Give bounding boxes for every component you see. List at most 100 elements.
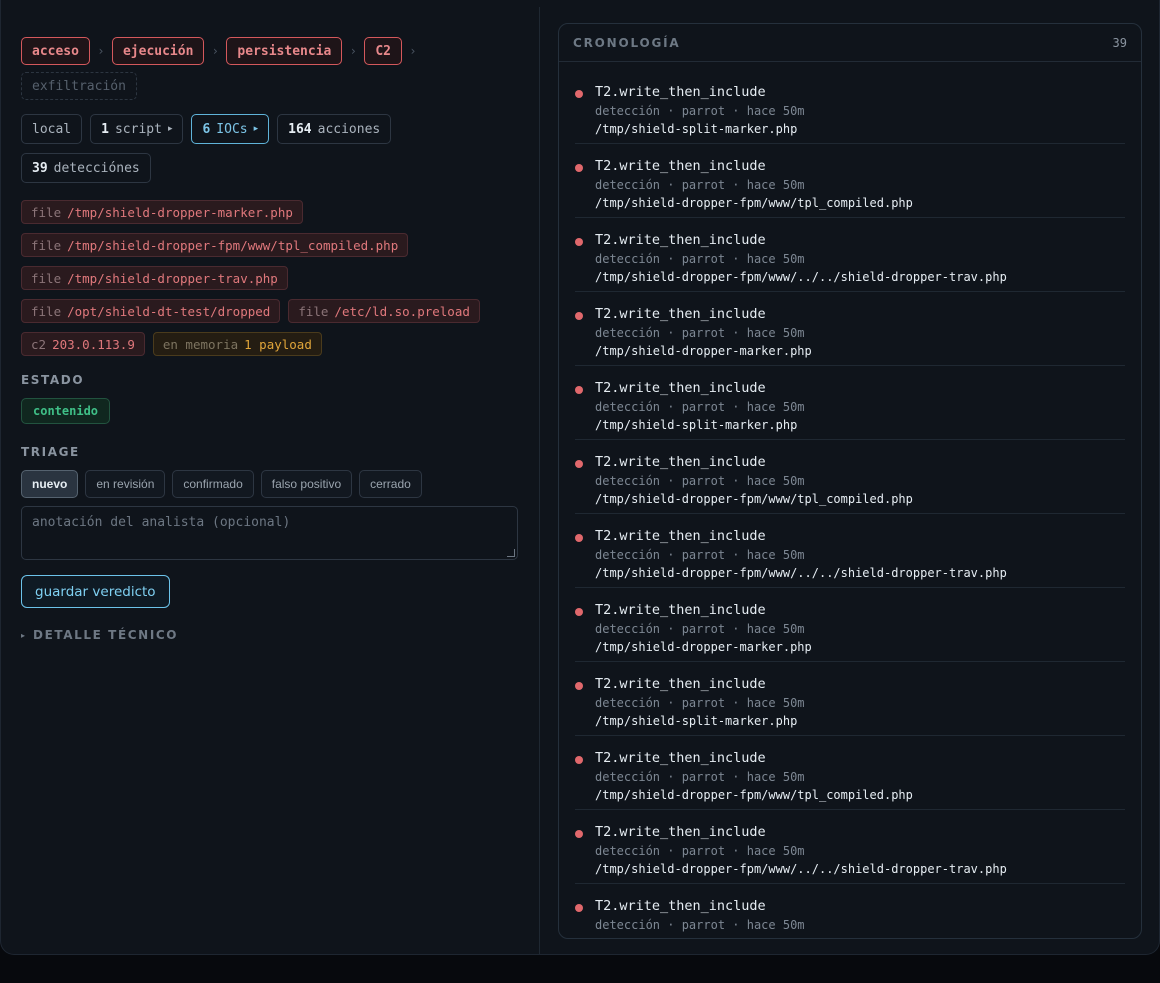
timeline-event[interactable]: T2.write_then_include detección · parrot … <box>575 366 1125 440</box>
timeline-event[interactable]: T2.write_then_include detección · parrot … <box>575 736 1125 810</box>
event-path: /tmp/shield-dropper-fpm/www/tpl_compiled… <box>595 492 913 506</box>
expand-icon: ▸ <box>167 124 173 134</box>
timeline-event[interactable]: T2.write_then_include detección · parrot … <box>575 588 1125 662</box>
incident-summary-pane: acceso › ejecución › persistencia › C2 › exfiltr… <box>1 7 540 954</box>
ioc-type: file <box>31 303 62 319</box>
event-path: /tmp/shield-dropper-fpm/www/../../shield… <box>595 270 1007 284</box>
detection-dot-icon <box>575 90 583 98</box>
kill-chain-stage[interactable]: acceso <box>21 37 90 65</box>
kill-chain-stage[interactable]: exfiltración <box>21 72 137 100</box>
event-meta: detección · parrot · hace 50m <box>595 326 805 340</box>
detection-dot-icon <box>575 238 583 246</box>
detection-dot-icon <box>575 164 583 172</box>
ioc-tag[interactable]: file/tmp/shield-dropper-fpm/www/tpl_comp… <box>21 233 409 257</box>
triage-option[interactable]: nuevo <box>21 470 79 498</box>
timeline-event[interactable]: T2.write_then_include detección · parrot … <box>575 218 1125 292</box>
analyst-note-field[interactable]: anotación del analista (opcional) <box>21 506 518 560</box>
estado-heading: ESTADO <box>21 373 85 387</box>
kill-chain-stage[interactable]: persistencia <box>226 37 343 65</box>
detection-dot-icon <box>575 830 583 838</box>
timeline-event[interactable]: T2.write_then_include detección · parrot … <box>575 440 1125 514</box>
scripts-pill[interactable]: 1 script ▸ <box>90 114 184 144</box>
technical-detail-toggle[interactable]: ▸ DETALLE TÉCNICO <box>21 628 178 642</box>
kill-chain-stage[interactable]: ejecución <box>111 37 205 65</box>
event-meta: detección · parrot · hace 50m <box>595 844 805 858</box>
incident-detail-window: acceso › ejecución › persistencia › C2 › exfiltr… <box>0 0 1160 955</box>
ioc-value: /etc/ld.so.preload <box>334 303 470 319</box>
ioc-tag[interactable]: file/tmp/shield-dropper-marker.php <box>21 200 303 224</box>
ioc-value: /tmp/shield-dropper-fpm/www/tpl_compiled… <box>67 237 399 253</box>
timeline-pane: CRONOLOGÍA 39 T2.write_then_includedetec… <box>541 7 1160 954</box>
ioc-tag[interactable]: file/etc/ld.so.preload <box>288 299 480 323</box>
event-path: /tmp/shield-dropper-marker.php <box>595 344 812 358</box>
analyst-note-placeholder: anotación del analista (opcional) <box>32 515 291 530</box>
event-title: T2.write_then_include <box>595 380 766 396</box>
timeline-event[interactable]: T2.write_then_include detección · parrot … <box>575 810 1125 884</box>
technical-detail-label: DETALLE TÉCNICO <box>33 628 179 642</box>
event-meta: detección · parrot · hace 50m <box>595 770 805 784</box>
ioc-type: file <box>31 270 62 286</box>
event-meta: detección · parrot · hace 50m <box>595 918 805 932</box>
event-path: /tmp/shield-dropper-fpm/www/../../shield… <box>595 566 1007 580</box>
event-meta: detección · parrot · hace 50m <box>595 622 805 636</box>
detection-dot-icon <box>575 682 583 690</box>
iocs-pill[interactable]: 6 IOCs ▸ <box>191 114 270 144</box>
event-path: /tmp/shield-dropper-marker.php <box>595 640 812 654</box>
expand-icon: ▸ <box>253 124 259 134</box>
event-title: T2.write_then_include <box>595 232 766 248</box>
timeline-count: 39 <box>1112 35 1127 50</box>
chevron-right-icon: › <box>98 44 104 58</box>
timeline-event[interactable]: T2.write_then_include detección · parrot … <box>575 884 1125 938</box>
detection-dot-icon <box>575 904 583 912</box>
ioc-tag[interactable]: file/opt/shield-dt-test/dropped <box>21 299 281 323</box>
timeline-panel: CRONOLOGÍA 39 T2.write_then_includedetec… <box>558 23 1142 939</box>
ioc-tag[interactable]: en memoria 1 payload <box>152 332 322 356</box>
ioc-value: /tmp/shield-dropper-trav.php <box>67 270 278 286</box>
event-meta: detección · parrot · hace 50m <box>595 696 805 710</box>
event-title: T2.write_then_include <box>595 306 766 322</box>
event-title: T2.write_then_include <box>595 158 766 174</box>
timeline-event[interactable]: T2.write_then_include detección · parrot … <box>575 144 1125 218</box>
save-verdict-button[interactable]: guardar veredicto <box>21 575 170 608</box>
ioc-value: /opt/shield-dt-test/dropped <box>67 303 271 319</box>
event-path: /tmp/shield-dropper-fpm/www/tpl_compiled… <box>595 788 913 802</box>
event-meta: detección · parrot · hace 50m <box>595 400 805 414</box>
event-path: /tmp/shield-split-marker.php <box>595 122 798 136</box>
ioc-value: 1 payload <box>244 336 312 352</box>
detections-pill: 39 detecciónes <box>21 153 151 183</box>
event-title: T2.write_then_include <box>595 824 766 840</box>
resize-handle-icon[interactable] <box>507 549 515 557</box>
ioc-list: file/tmp/shield-dropper-marker.php file/t… <box>21 200 521 356</box>
actions-pill: 164 acciones <box>277 114 392 144</box>
event-path: /tmp/shield-dropper-fpm/www/tpl_compiled… <box>595 196 913 210</box>
event-title: T2.write_then_include <box>595 750 766 766</box>
detection-dot-icon <box>575 756 583 764</box>
triage-option[interactable]: confirmado <box>172 470 254 498</box>
event-meta: detección · parrot · hace 50m <box>595 178 805 192</box>
chevron-right-icon: › <box>410 44 416 58</box>
kill-chain-stage[interactable]: C2 <box>364 37 402 65</box>
event-path: /tmp/shield-split-marker.php <box>595 418 798 432</box>
timeline-event[interactable]: T2.write_then_include detección · parrot … <box>575 292 1125 366</box>
ioc-tag[interactable]: file/tmp/shield-dropper-trav.php <box>21 266 288 290</box>
event-title: T2.write_then_include <box>595 676 766 692</box>
timeline-event[interactable]: T2.write_then_include detección · parrot … <box>575 662 1125 736</box>
triage-option[interactable]: falso positivo <box>260 470 353 498</box>
event-title: T2.write_then_include <box>595 898 766 914</box>
timeline-event[interactable]: T2.write_then_include detección · parrot … <box>575 514 1125 588</box>
chevron-right-icon: › <box>213 44 218 58</box>
timeline-title: CRONOLOGÍA <box>573 35 681 50</box>
event-title: T2.write_then_include <box>595 84 766 100</box>
ioc-type: en memoria <box>162 336 239 352</box>
event-title: T2.write_then_include <box>595 454 766 470</box>
ioc-tag[interactable]: c2 203.0.113.9 <box>21 332 145 356</box>
detection-dot-icon <box>575 608 583 616</box>
triage-option[interactable]: cerrado <box>359 470 422 498</box>
kill-chain: acceso › ejecución › persistencia › C2 › exfiltr… <box>21 37 521 100</box>
event-title: T2.write_then_include <box>595 602 766 618</box>
event-meta: detección · parrot · hace 50m <box>595 548 805 562</box>
detection-dot-icon <box>575 312 583 320</box>
triage-option[interactable]: en revisión <box>85 470 166 498</box>
timeline-event[interactable]: T2.write_then_include detección · parrot … <box>575 70 1125 144</box>
ioc-value: 203.0.113.9 <box>52 336 135 352</box>
